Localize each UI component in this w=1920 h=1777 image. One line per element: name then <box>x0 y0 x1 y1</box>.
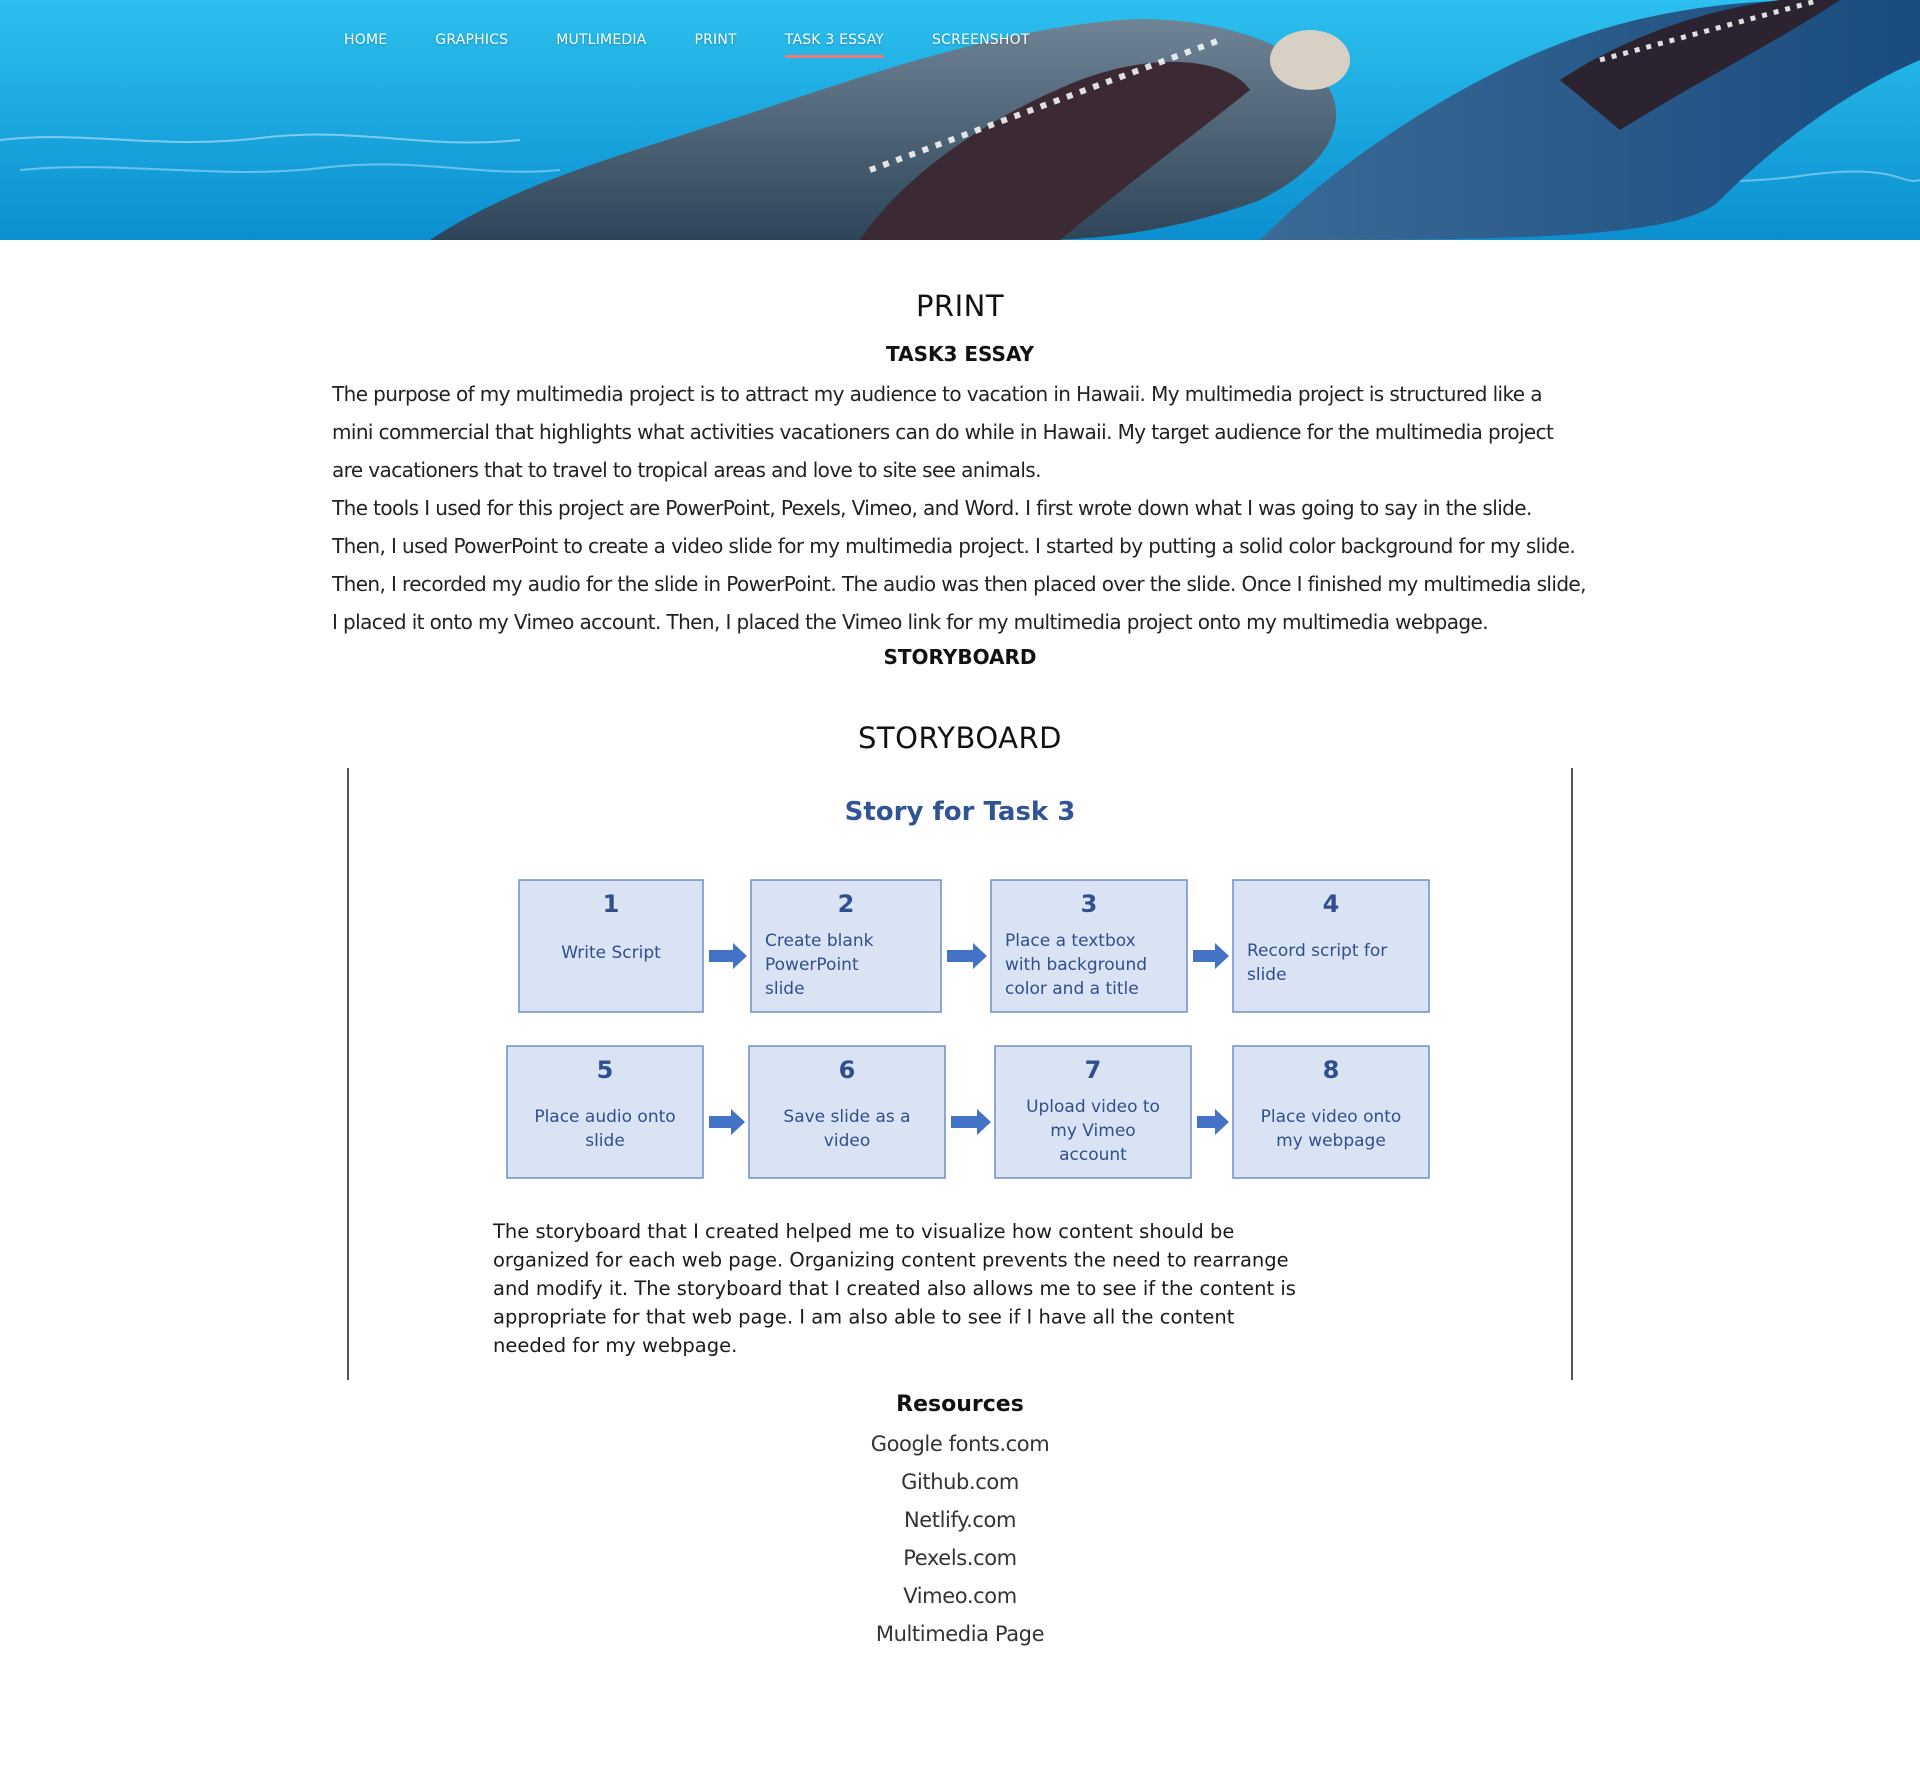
storyboard-step-number: 5 <box>597 1056 614 1084</box>
storyboard-label: STORYBOARD <box>883 645 1037 669</box>
storyboard-step-number: 1 <box>603 890 620 918</box>
storyboard-description-line: and modify it. The storyboard that I cre… <box>493 1277 1296 1300</box>
arrow-right-icon <box>947 942 987 969</box>
storyboard-step-text: account <box>1059 1145 1127 1165</box>
storyboard-step-number: 8 <box>1323 1056 1340 1084</box>
resource-link[interactable]: Multimedia Page <box>0 1615 1920 1653</box>
nav-item-screenshot[interactable]: SCREENSHOT <box>932 32 1030 58</box>
storyboard-step-text: my webpage <box>1276 1131 1386 1151</box>
storyboard-step-text: slide <box>585 1131 625 1151</box>
arrow-right-icon <box>709 1108 745 1135</box>
arrow-right-icon <box>951 1108 991 1135</box>
arrow-right-icon <box>709 942 747 969</box>
resource-link[interactable]: Google fonts.com <box>0 1425 1920 1463</box>
storyboard-step-text: with background <box>1005 955 1147 975</box>
nav-item-task3-essay[interactable]: TASK 3 ESSAY <box>784 32 885 58</box>
storyboard-step-text: Place audio onto <box>534 1107 675 1127</box>
essay-body: The purpose of my multimedia project is … <box>332 375 1588 641</box>
nav-item-home[interactable]: HOME <box>344 32 387 58</box>
storyboard-step-text: my Vimeo <box>1050 1121 1135 1141</box>
arrow-right-icon <box>1193 942 1229 969</box>
storyboard-step-text: Place a textbox <box>1005 931 1136 951</box>
storyboard-step-text: slide <box>765 979 805 999</box>
nav-item-print[interactable]: PRINT <box>694 32 736 58</box>
resource-link-netlify[interactable]: Netlify.com <box>904 1508 1017 1532</box>
nav-item-graphics[interactable]: GRAPHICS <box>435 32 508 58</box>
resource-link-multimedia-page[interactable]: Multimedia Page <box>876 1622 1045 1646</box>
resources-list: Google fonts.com Github.com Netlify.com … <box>0 1425 1920 1653</box>
resource-link-google-fonts[interactable]: Google fonts.com <box>871 1432 1050 1456</box>
storyboard-step-text: Save slide as a <box>783 1107 910 1127</box>
storyboard-description-line: The storyboard that I created helped me … <box>492 1220 1234 1243</box>
storyboard-description-line: organized for each web page. Organizing … <box>493 1248 1289 1271</box>
storyboard-description-line: needed for my webpage. <box>493 1334 737 1357</box>
nav-item-multimedia[interactable]: MUTLIMEDIA <box>556 32 646 58</box>
storyboard-step-number: 6 <box>839 1056 856 1084</box>
storyboard-description-line: appropriate for that web page. I am also… <box>493 1305 1235 1328</box>
resource-link[interactable]: Pexels.com <box>0 1539 1920 1577</box>
main-nav: HOME GRAPHICS MUTLIMEDIA PRINT TASK 3 ES… <box>344 32 1078 58</box>
main-content: PRINT TASK3 ESSAY The purpose of my mult… <box>0 240 1920 1653</box>
essay-heading: TASK3 ESSAY <box>886 342 1034 366</box>
storyboard-step-text: Write Script <box>561 943 661 963</box>
storyboard-step-number: 3 <box>1081 890 1098 918</box>
resource-link-vimeo[interactable]: Vimeo.com <box>903 1584 1017 1608</box>
storyboard-section-title: STORYBOARD <box>858 721 1062 755</box>
resource-link-github[interactable]: Github.com <box>901 1470 1019 1494</box>
storyboard-step-text: color and a title <box>1005 979 1139 999</box>
storyboard-image: Story for Task 3 1 Write Script 2 Create bla… <box>347 767 1573 1380</box>
resource-link-pexels[interactable]: Pexels.com <box>903 1546 1017 1570</box>
storyboard-step-text: PowerPoint <box>765 955 859 975</box>
storyboard-step-number: 4 <box>1323 890 1340 918</box>
storyboard-heading: Story for Task 3 <box>845 797 1076 827</box>
resource-link[interactable]: Netlify.com <box>0 1501 1920 1539</box>
resource-link[interactable]: Github.com <box>0 1463 1920 1501</box>
storyboard-step-text: Upload video to <box>1026 1097 1160 1117</box>
storyboard-step-text: slide <box>1247 965 1287 985</box>
storyboard-step-text: Place video onto <box>1261 1107 1402 1127</box>
storyboard-step-number: 7 <box>1085 1056 1102 1084</box>
essay-paragraph-2: The tools I used for this project are Po… <box>332 496 1586 634</box>
hero-banner: HOME GRAPHICS MUTLIMEDIA PRINT TASK 3 ES… <box>0 0 1920 240</box>
storyboard-step-number: 2 <box>838 890 855 918</box>
storyboard-diagram: Story for Task 3 1 Write Script 2 Create bla… <box>492 797 1430 1357</box>
storyboard-step-text: Record script for <box>1247 941 1387 961</box>
essay-paragraph-1: The purpose of my multimedia project is … <box>332 382 1554 482</box>
storyboard-step-text: video <box>824 1131 870 1151</box>
resources-heading: Resources <box>896 1391 1024 1417</box>
resource-link[interactable]: Vimeo.com <box>0 1577 1920 1615</box>
print-section-title: PRINT <box>915 289 1005 323</box>
storyboard-step-text: Create blank <box>765 931 874 951</box>
arrow-right-icon <box>1197 1108 1229 1135</box>
